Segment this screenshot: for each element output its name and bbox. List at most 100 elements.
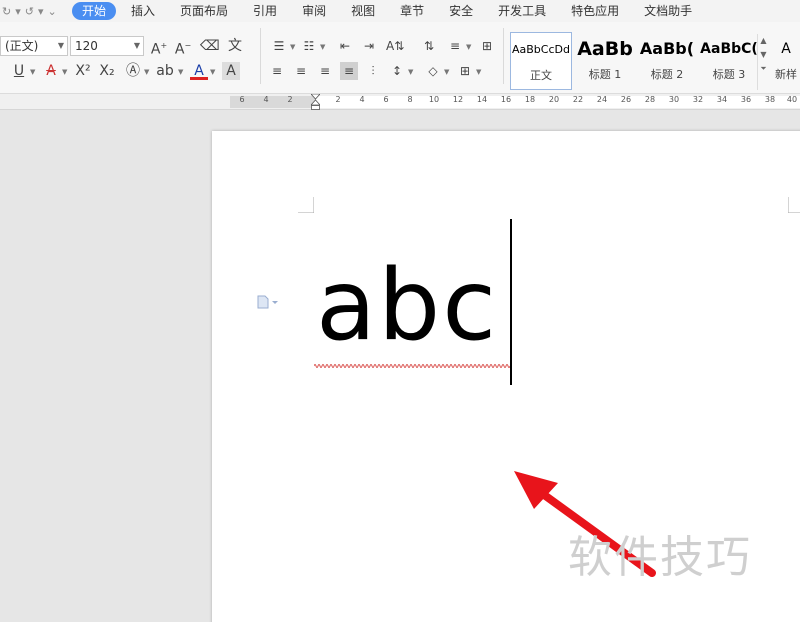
style-sample: AaBbC( (700, 41, 758, 57)
line-spacing-icon[interactable]: ≡ (446, 37, 464, 55)
font-name-value: (正文) (5, 39, 39, 53)
tab-page-layout[interactable]: 页面布局 (170, 2, 238, 20)
tab-view[interactable]: 视图 (341, 2, 385, 20)
ruler-tick: 24 (596, 95, 608, 104)
align-left-icon[interactable]: ≡ (268, 62, 286, 80)
align-right-icon[interactable]: ≡ (316, 62, 334, 80)
borders-icon[interactable]: ⊞ (456, 62, 474, 80)
margin-corner-mark (788, 197, 800, 213)
ruler-tick: 6 (239, 95, 245, 104)
ruler-tick: 22 (572, 95, 584, 104)
chevron-down-icon[interactable]: ▼ (210, 68, 215, 76)
horizontal-ruler[interactable]: 6 4 2 2 4 6 8 10 12 14 16 18 20 22 24 26 28 30 32 34 36 38 40 (0, 94, 800, 110)
chevron-down-icon[interactable]: ▼ (30, 68, 35, 76)
style-sample: AaBb( (639, 39, 695, 58)
ruler-tick: 2 (287, 95, 293, 104)
customize-icon[interactable]: ⌄ (48, 5, 57, 18)
quick-access-toolbar: ↻ ▾ ↺ ▾ ⌄ (0, 5, 72, 18)
styles-scroll[interactable]: ▲ ▼ ⏷ (757, 34, 769, 90)
chevron-down-icon[interactable]: ▼ (466, 43, 471, 51)
paragraph-spacing-icon[interactable]: ↕ (388, 62, 406, 80)
tab-features[interactable]: 特色应用 (561, 2, 629, 20)
ruler-tick: 14 (476, 95, 488, 104)
ruler-tick: 38 (764, 95, 776, 104)
font-size-select[interactable]: 120 ▼ (70, 36, 144, 56)
table-icon[interactable]: ⊞ (478, 37, 496, 55)
ruler-tick: 34 (716, 95, 728, 104)
style-new[interactable]: A 新样 (772, 32, 800, 90)
shrink-font-icon[interactable]: A− (174, 37, 192, 58)
tab-doc-assistant[interactable]: 文档助手 (634, 2, 702, 20)
tab-section[interactable]: 章节 (390, 2, 434, 20)
superscript-icon[interactable]: X² (74, 62, 92, 80)
chevron-down-icon[interactable]: ▼ (144, 68, 149, 76)
text-cursor (510, 219, 512, 385)
pinyin-icon[interactable]: 文 (226, 37, 244, 55)
chevron-down-icon[interactable]: ▾ (38, 5, 44, 18)
ruler-tick: 2 (335, 95, 341, 104)
font-color-icon[interactable]: A (190, 62, 208, 80)
char-shading-icon[interactable]: A (222, 62, 240, 80)
ruler-tick: 6 (383, 95, 389, 104)
chevron-down-icon[interactable]: ▼ (444, 68, 449, 76)
style-label: 标题 1 (588, 68, 622, 81)
highlight-icon[interactable]: ab (156, 62, 174, 80)
style-label: 标题 3 (712, 68, 746, 81)
undo-icon[interactable]: ↺ (25, 5, 34, 18)
chevron-down-icon[interactable]: ▼ (290, 43, 295, 51)
redo-icon[interactable]: ↻ (2, 5, 11, 18)
ruler-tick: 4 (359, 95, 365, 104)
numbering-icon[interactable]: ☷ (300, 37, 318, 55)
indent-marker-icon[interactable] (311, 94, 320, 110)
document-text[interactable]: abc (316, 251, 498, 361)
style-label: 新样 (775, 68, 797, 81)
chevron-down-icon: ▼ (133, 41, 140, 50)
increase-indent-icon[interactable]: ⇥ (360, 37, 378, 55)
tab-home[interactable]: 开始 (72, 2, 117, 20)
shading-icon[interactable]: ◇ (424, 62, 442, 80)
grow-font-icon[interactable]: A+ (150, 37, 168, 58)
chevron-down-icon[interactable]: ▼ (320, 43, 325, 51)
clear-format-icon[interactable]: ⌫ (200, 37, 220, 55)
tab-review[interactable]: 审阅 (292, 2, 336, 20)
bullets-icon[interactable]: ☰ (270, 37, 288, 55)
chevron-down-icon[interactable]: ▾ (15, 5, 21, 18)
spellcheck-underline (314, 364, 510, 368)
ruler-tick: 4 (263, 95, 269, 104)
chevron-down-icon[interactable]: ▼ (62, 68, 67, 76)
style-sample: A (781, 41, 791, 57)
chevron-down-icon: ▼ (57, 41, 64, 50)
style-sample: AaBbCcDd (512, 43, 570, 56)
text-direction-icon[interactable]: A⇅ (386, 37, 404, 55)
style-normal[interactable]: AaBbCcDd 正文 (510, 32, 572, 90)
tab-references[interactable]: 引用 (243, 2, 287, 20)
font-size-value: 120 (75, 39, 98, 53)
style-heading-2[interactable]: AaBb( 标题 2 (636, 32, 698, 90)
strikethrough-icon[interactable]: A (42, 62, 60, 80)
decrease-indent-icon[interactable]: ⇤ (336, 37, 354, 55)
sort-icon[interactable]: ⇅ (420, 37, 438, 55)
distribute-icon[interactable]: ⫶ (364, 62, 382, 80)
tab-developer[interactable]: 开发工具 (488, 2, 556, 20)
style-heading-1[interactable]: AaBb 标题 1 (574, 32, 636, 90)
chevron-down-icon[interactable]: ▼ (476, 68, 481, 76)
font-name-select[interactable]: (正文) ▼ (0, 36, 68, 56)
ruler-tick: 40 (786, 95, 798, 104)
style-heading-3[interactable]: AaBbC( 标题 3 (698, 32, 760, 90)
justify-icon[interactable]: ≡ (340, 62, 358, 80)
margin-corner-mark (298, 197, 314, 213)
ruler-tick: 28 (644, 95, 656, 104)
document-workspace: abc 软件技巧 (0, 111, 800, 622)
paragraph-handle-icon[interactable] (257, 295, 279, 309)
ruler-tick: 16 (500, 95, 512, 104)
tab-insert[interactable]: 插入 (121, 2, 165, 20)
underline-icon[interactable]: U (10, 62, 28, 80)
watermark: 软件技巧 (568, 532, 752, 583)
chevron-down-icon[interactable]: ▼ (178, 68, 183, 76)
text-effect-icon[interactable]: Ⓐ (124, 62, 142, 80)
subscript-icon[interactable]: X₂ (98, 62, 116, 80)
tab-security[interactable]: 安全 (439, 2, 483, 20)
menu-bar: ↻ ▾ ↺ ▾ ⌄ 开始 插入 页面布局 引用 审阅 视图 章节 安全 开发工具… (0, 0, 800, 22)
align-center-icon[interactable]: ≡ (292, 62, 310, 80)
chevron-down-icon[interactable]: ▼ (408, 68, 413, 76)
